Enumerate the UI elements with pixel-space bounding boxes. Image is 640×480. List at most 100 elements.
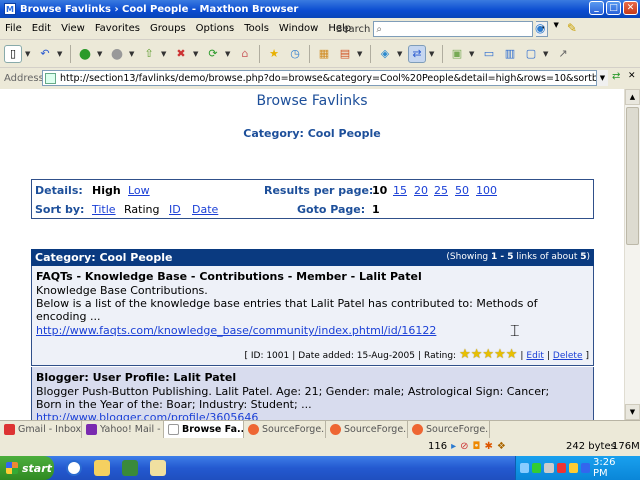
scroll-down-icon[interactable]: ▼ — [625, 404, 640, 420]
start-button[interactable]: start — [0, 456, 54, 480]
back-icon[interactable]: ● — [76, 45, 94, 63]
vertical-scrollbar[interactable]: ▲ ▼ — [624, 89, 640, 420]
globe-icon[interactable]: ◉ — [535, 21, 545, 35]
antivirus-icon[interactable] — [556, 463, 566, 473]
folder-icon[interactable] — [94, 460, 110, 476]
proxy-dropdown[interactable]: ▼ — [429, 50, 437, 58]
results-25-link[interactable]: 25 — [434, 184, 448, 197]
download-icon[interactable]: ▸ — [451, 441, 456, 452]
script-icon[interactable]: ❖ — [497, 441, 506, 452]
menu-options[interactable]: Options — [191, 23, 240, 34]
security-icon[interactable] — [568, 463, 578, 473]
tab-gmail[interactable]: Gmail - Inbox (1) — [0, 421, 82, 438]
search-input[interactable]: ⌕ — [373, 21, 534, 37]
details-label: Details: — [35, 184, 83, 197]
menu-window[interactable]: Window — [274, 23, 323, 34]
refresh-dropdown[interactable]: ▼ — [225, 50, 233, 58]
history-icon[interactable]: ◷ — [286, 45, 304, 63]
delete-link[interactable]: Delete — [553, 351, 583, 361]
undo-dropdown[interactable]: ▼ — [57, 50, 65, 58]
maximize-button[interactable]: □ — [606, 1, 621, 15]
proxy-icon[interactable]: ⇄ — [408, 44, 426, 63]
tab-yahoo-mail[interactable]: Yahoo! Mail - ... — [82, 421, 164, 438]
skin-icon[interactable]: ◈ — [376, 45, 394, 63]
up-dropdown[interactable]: ▼ — [161, 50, 169, 58]
favorites-star-icon[interactable]: ★ — [265, 45, 283, 63]
menu-groups[interactable]: Groups — [145, 23, 191, 34]
window-layout-icon[interactable]: ▭ — [480, 45, 498, 63]
scroll-up-icon[interactable]: ▲ — [625, 89, 640, 105]
gear-icon[interactable]: ✱ — [484, 441, 492, 452]
tile-icon[interactable]: ▥ — [501, 45, 519, 63]
results-50-link[interactable]: 50 — [455, 184, 469, 197]
start-label: start — [22, 461, 52, 475]
feed-icon[interactable]: ▤ — [336, 45, 354, 63]
go-icon[interactable]: ⇄ — [612, 71, 620, 82]
messenger-icon[interactable] — [532, 463, 542, 473]
flash-icon[interactable]: ◘ — [473, 441, 481, 452]
menu-tools[interactable]: Tools — [239, 23, 274, 34]
address-dropdown-button[interactable]: ▼ — [596, 70, 608, 86]
scroll-thumb[interactable] — [626, 107, 639, 245]
entry-rating-label: Rating: — [424, 350, 457, 361]
windows-media-icon[interactable] — [122, 460, 138, 476]
star-icon: ★ — [505, 347, 518, 362]
menu-file[interactable]: File — [0, 23, 27, 34]
sort-title-link[interactable]: Title — [92, 203, 116, 216]
back-dropdown[interactable]: ▼ — [97, 50, 105, 58]
chevron-down-icon[interactable]: ▼ — [553, 21, 558, 35]
forward-icon[interactable]: ● — [108, 45, 126, 63]
new-page-dropdown[interactable]: ▼ — [25, 50, 33, 58]
notepad-icon[interactable] — [150, 460, 166, 476]
plugin-dropdown[interactable]: ▼ — [469, 50, 477, 58]
pencil-icon[interactable]: ✎ — [567, 21, 577, 35]
stop-dropdown[interactable]: ▼ — [193, 50, 201, 58]
tab-sourceforge[interactable]: SourceForge.... — [408, 421, 490, 438]
entry-url-link[interactable]: http://www.blogger.com/profile/3605646 — [36, 411, 258, 420]
update-icon[interactable] — [580, 463, 591, 473]
tab-sourceforge[interactable]: SourceForge.... — [326, 421, 408, 438]
refresh-icon[interactable]: ⟳ — [204, 45, 222, 63]
sort-date-link[interactable]: Date — [192, 203, 218, 216]
magic-wand-icon[interactable]: ↗ — [554, 45, 572, 63]
window-title-bar[interactable]: M Browse Favlinks › Cool People - Maxtho… — [0, 0, 640, 18]
plugin-icon[interactable]: ▣ — [448, 45, 466, 63]
undo-icon[interactable]: ↶ — [36, 45, 54, 63]
minimize-button[interactable]: _ — [589, 1, 604, 15]
status-bar: 116 ▸ ⊘ ◘ ✱ ❖ 242 bytes 176M — [0, 438, 640, 456]
close-window-button[interactable]: ✕ — [623, 1, 638, 15]
menu-favorites[interactable]: Favorites — [90, 23, 145, 34]
menu-view[interactable]: View — [56, 23, 90, 34]
details-low-link[interactable]: Low — [128, 184, 150, 197]
entry-url-link[interactable]: http://www.faqts.com/knowledge_base/comm… — [36, 324, 436, 337]
results-20-link[interactable]: 20 — [414, 184, 428, 197]
address-input[interactable]: http://section13/favlinks/demo/browse.ph… — [42, 70, 608, 86]
maxthon-quick-icon[interactable] — [66, 460, 82, 476]
results-15-link[interactable]: 15 — [393, 184, 407, 197]
menu-edit[interactable]: Edit — [27, 23, 56, 34]
home-icon[interactable]: ⌂ — [236, 45, 254, 63]
groups-icon[interactable]: ▦ — [315, 45, 333, 63]
skin-dropdown[interactable]: ▼ — [397, 50, 405, 58]
volume-icon[interactable] — [544, 463, 554, 473]
screen-icon[interactable]: ▢ — [522, 45, 540, 63]
star-icon: ★ — [470, 347, 483, 362]
popup-block-icon[interactable]: ⊘ — [460, 441, 468, 452]
edit-link[interactable]: Edit — [526, 351, 543, 361]
tab-browse-favlinks[interactable]: Browse Fa... — [164, 421, 244, 438]
feed-dropdown[interactable]: ▼ — [357, 50, 365, 58]
star-icon: ★ — [494, 347, 506, 362]
goto-page-current: 1 — [372, 203, 380, 216]
page-content: Browse Favlinks Category: Cool People De… — [0, 89, 624, 420]
new-page-icon[interactable]: ▯ — [4, 44, 22, 63]
close-icon[interactable]: ✕ — [628, 71, 636, 81]
results-100-link[interactable]: 100 — [476, 184, 497, 197]
stop-icon[interactable]: ✖ — [172, 45, 190, 63]
forward-dropdown[interactable]: ▼ — [129, 50, 137, 58]
screen-dropdown[interactable]: ▼ — [543, 50, 551, 58]
search-icon: ⌕ — [376, 23, 382, 35]
sort-id-link[interactable]: ID — [169, 203, 181, 216]
up-icon[interactable]: ⇧ — [140, 45, 158, 63]
tab-sourceforge[interactable]: SourceForge.... — [244, 421, 326, 438]
network-icon[interactable] — [520, 463, 530, 473]
